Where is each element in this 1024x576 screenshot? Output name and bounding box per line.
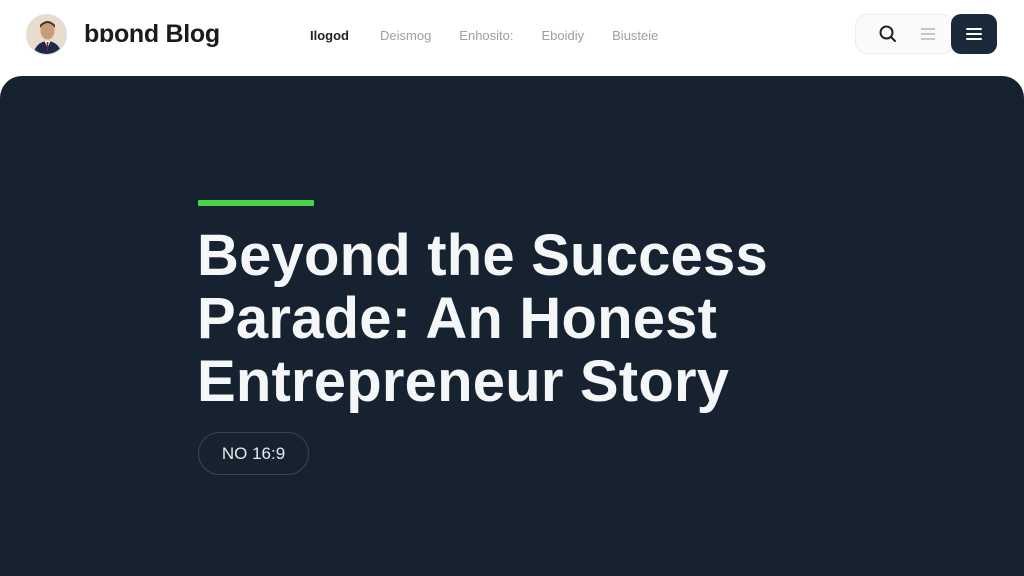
search-list-group [855,14,955,54]
nav-item-4[interactable]: Eboidiy [542,28,585,43]
hero-section: Beyond the Success Parade: An Honest Ent… [0,76,1024,576]
hero-headline: Beyond the Success Parade: An Honest Ent… [197,223,768,414]
hero-badge[interactable]: NO 16:9 [198,432,309,475]
brand-logo-link[interactable]: bɒond Blog [26,12,220,56]
nav-item-5[interactable]: Biusteie [612,28,658,43]
list-icon[interactable] [908,14,948,54]
nav-item-2[interactable]: Deismog [380,28,431,43]
header-actions [855,14,997,54]
hamburger-menu-icon[interactable] [951,14,997,54]
brand-name: bɒond Blog [84,19,220,48]
top-navigation-bar: bɒond Blog Ilogod Deismog Enhosito: Eboi… [0,0,1024,76]
nav-item-3[interactable]: Enhosito: [459,28,513,43]
author-avatar [26,13,67,55]
nav-item-1[interactable]: Ilogod [310,28,349,43]
accent-bar [198,200,314,206]
main-nav: Ilogod Deismog Enhosito: Eboidiy Biustei… [310,28,658,43]
search-icon[interactable] [868,14,908,54]
